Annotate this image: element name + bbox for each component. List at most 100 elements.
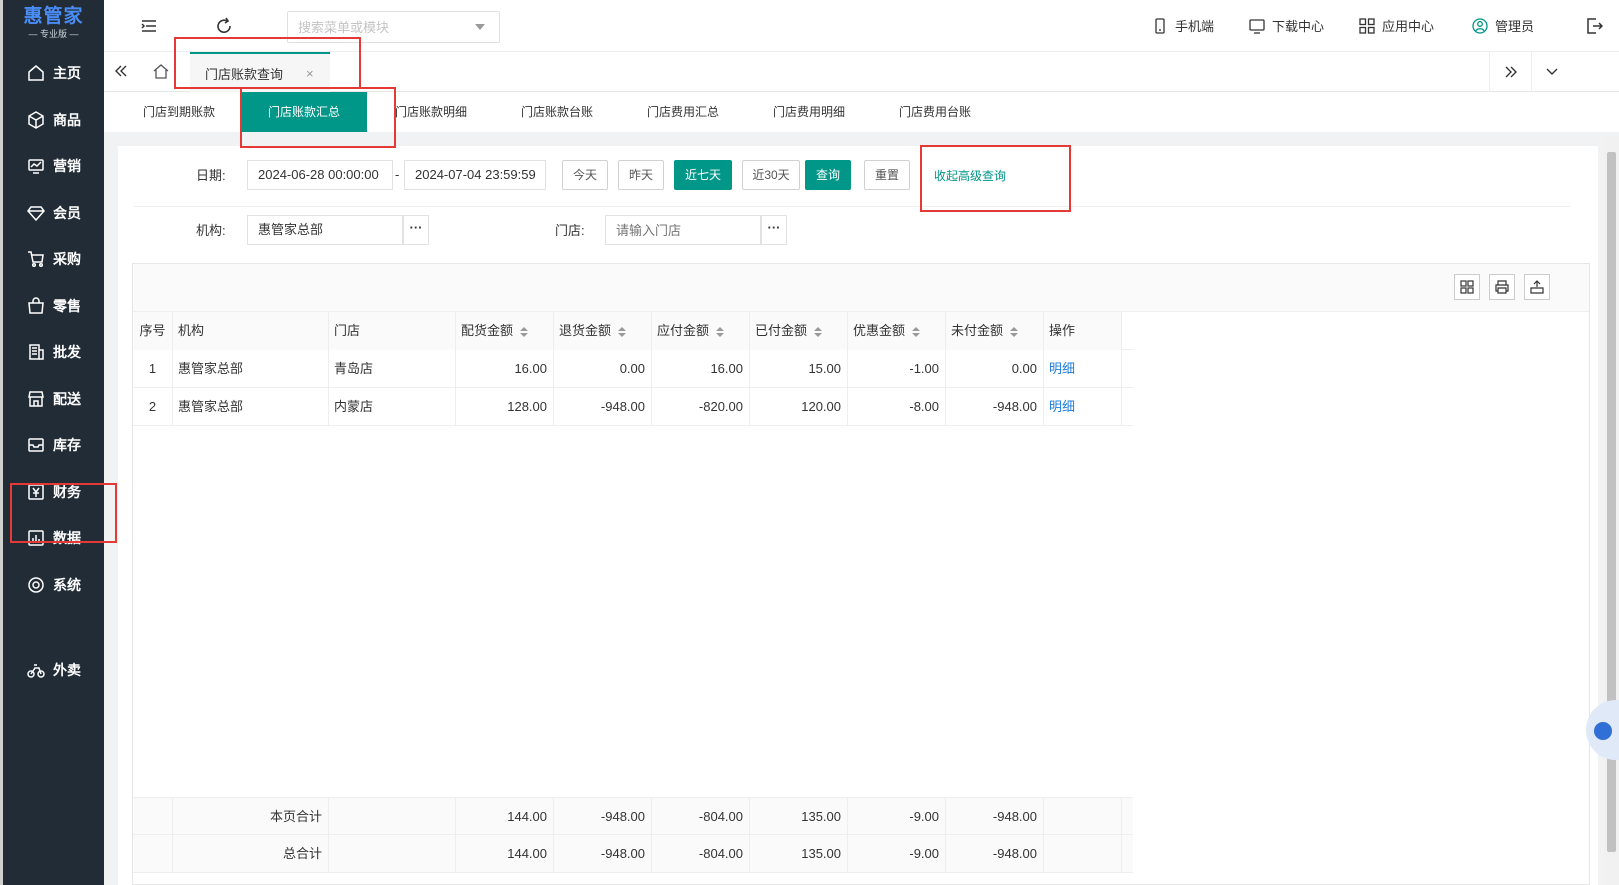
sidebar-item-data[interactable]: 数据 xyxy=(3,518,104,558)
export-icon[interactable] xyxy=(1524,274,1550,300)
date-from-input[interactable]: 2024-06-28 00:00:00 xyxy=(247,160,393,190)
total-unpaid: -948.00 xyxy=(946,798,1044,836)
subtab-account-detail[interactable]: 门店账款明细 xyxy=(395,92,467,132)
sidebar-item-purchase[interactable]: 采购 xyxy=(3,239,104,279)
bike-icon xyxy=(27,664,45,678)
mobile-link[interactable]: 手机端 xyxy=(1152,16,1214,35)
sidebar-item-marketing[interactable]: 营销 xyxy=(3,146,104,186)
col-header-unpaid[interactable]: 未付金额 xyxy=(946,312,1044,350)
cell-dist: 128.00 xyxy=(456,388,554,426)
logout-icon[interactable] xyxy=(1585,17,1603,35)
detail-link[interactable]: 明细 xyxy=(1044,350,1122,388)
monitor-icon xyxy=(1249,18,1265,34)
sidebar-item-home[interactable]: 主页 xyxy=(3,53,104,93)
menu-search-select[interactable] xyxy=(287,11,500,43)
total-disc: -9.00 xyxy=(848,798,946,836)
subtab-expense-ledger[interactable]: 门店费用台账 xyxy=(899,92,971,132)
tabs-scroll-right[interactable] xyxy=(1489,52,1531,92)
bar-chart-icon xyxy=(28,530,44,546)
print-icon[interactable] xyxy=(1489,274,1515,300)
sidebar-item-label: 配送 xyxy=(53,391,81,407)
page-scrollbar[interactable] xyxy=(1604,136,1619,885)
sort-icon[interactable] xyxy=(519,326,529,338)
subtab-due-accounts[interactable]: 门店到期账款 xyxy=(143,92,215,132)
sidebar-item-takeout[interactable]: 外卖 xyxy=(3,650,104,690)
date-separator: - xyxy=(395,167,400,182)
subtab-expense-detail[interactable]: 门店费用明细 xyxy=(773,92,845,132)
total-dist: 144.00 xyxy=(456,798,554,836)
app-logo[interactable]: 惠管家 — 专业版 — xyxy=(3,6,104,40)
sidebar-item-label: 主页 xyxy=(53,65,81,81)
chevron-down-icon xyxy=(1546,68,1558,75)
col-header-dist[interactable]: 配货金额 xyxy=(456,312,554,350)
menu-toggle-icon[interactable] xyxy=(140,17,158,35)
sidebar-item-wholesale[interactable]: 批发 xyxy=(3,332,104,372)
tabs-scroll-left-icon[interactable] xyxy=(113,63,129,79)
cell-pay: 16.00 xyxy=(652,350,750,388)
download-center-link[interactable]: 下载中心 xyxy=(1249,16,1324,35)
table-header-row: 序号 机构 门店 配货金额 退货金额 应付金额 已付金额 优惠金额 未付金额 操… xyxy=(133,312,1133,350)
home-tab-icon[interactable] xyxy=(152,63,170,79)
sort-icon[interactable] xyxy=(715,326,725,338)
cell-disc: -1.00 xyxy=(848,350,946,388)
sidebar-item-label: 批发 xyxy=(53,344,81,360)
collapse-advanced-query-link[interactable]: 收起高级查询 xyxy=(934,167,1006,184)
sidebar-item-label: 财务 xyxy=(53,484,81,500)
sidebar-item-label: 数据 xyxy=(53,530,81,546)
cell-store: 青岛店 xyxy=(329,350,456,388)
menu-search-input[interactable] xyxy=(288,12,468,42)
store-input[interactable] xyxy=(606,216,756,244)
robot-eye-icon xyxy=(1594,722,1612,740)
query-button[interactable]: 查询 xyxy=(805,160,851,190)
sidebar-item-goods[interactable]: 商品 xyxy=(3,100,104,140)
tab-store-account-query[interactable]: 门店账款查询 × xyxy=(190,52,330,92)
grand-total-row: 总合计 144.00 -948.00 -804.00 135.00 -9.00 … xyxy=(133,835,1133,873)
sidebar-item-label: 外卖 xyxy=(53,662,81,678)
col-header-paid[interactable]: 已付金额 xyxy=(750,312,848,350)
subtab-expense-summary[interactable]: 门店费用汇总 xyxy=(647,92,719,132)
today-button[interactable]: 今天 xyxy=(562,160,608,190)
subtab-account-summary[interactable]: 门店账款汇总 xyxy=(241,92,367,132)
yesterday-button[interactable]: 昨天 xyxy=(618,160,664,190)
grand-paid: 135.00 xyxy=(750,835,848,873)
sidebar-item-finance[interactable]: 财务 xyxy=(3,472,104,512)
detail-link[interactable]: 明细 xyxy=(1044,388,1122,426)
user-menu[interactable]: 管理员 xyxy=(1472,16,1534,35)
close-tab-icon[interactable]: × xyxy=(306,66,314,81)
org-picker-button[interactable]: ··· xyxy=(403,215,429,245)
cell-ret: 0.00 xyxy=(554,350,652,388)
sort-icon[interactable] xyxy=(813,326,823,338)
sort-icon[interactable] xyxy=(617,326,627,338)
sidebar-item-system[interactable]: 系统 xyxy=(3,565,104,605)
last-7-days-button[interactable]: 近七天 xyxy=(674,160,732,190)
org-input[interactable]: 惠管家总部 xyxy=(247,215,403,245)
user-name: 管理员 xyxy=(1495,19,1535,34)
last-30-days-button[interactable]: 近30天 xyxy=(742,160,800,190)
top-header: 手机端 下载中心 应用中心 管理员 xyxy=(104,0,1619,52)
tabs-dropdown[interactable] xyxy=(1531,52,1573,92)
sort-icon[interactable] xyxy=(911,326,921,338)
sidebar-item-inventory[interactable]: 库存 xyxy=(3,425,104,465)
sort-icon[interactable] xyxy=(1009,326,1019,338)
column-filter-icon[interactable] xyxy=(1454,274,1480,300)
sidebar-item-delivery[interactable]: 配送 xyxy=(3,379,104,419)
app-center-link[interactable]: 应用中心 xyxy=(1359,16,1434,35)
sidebar-item-label: 零售 xyxy=(53,298,81,314)
cell-empty xyxy=(133,798,173,836)
sidebar-item-label: 采购 xyxy=(53,251,81,267)
building-icon xyxy=(29,344,44,360)
col-header-disc[interactable]: 优惠金额 xyxy=(848,312,946,350)
date-to-input[interactable]: 2024-07-04 23:59:59 xyxy=(404,160,546,190)
subtab-account-ledger[interactable]: 门店账款台账 xyxy=(521,92,593,132)
sidebar-item-retail[interactable]: 零售 xyxy=(3,286,104,326)
cell-empty xyxy=(329,798,456,836)
col-header-pay[interactable]: 应付金额 xyxy=(652,312,750,350)
sidebar-item-label: 系统 xyxy=(53,577,81,593)
refresh-icon[interactable] xyxy=(215,17,233,35)
sidebar-item-member[interactable]: 会员 xyxy=(3,193,104,233)
store-picker-button[interactable]: ··· xyxy=(761,215,787,245)
reset-button[interactable]: 重置 xyxy=(864,160,910,190)
phone-icon xyxy=(1155,17,1165,34)
col-header-ret[interactable]: 退货金额 xyxy=(554,312,652,350)
cell-store: 内蒙店 xyxy=(329,388,456,426)
